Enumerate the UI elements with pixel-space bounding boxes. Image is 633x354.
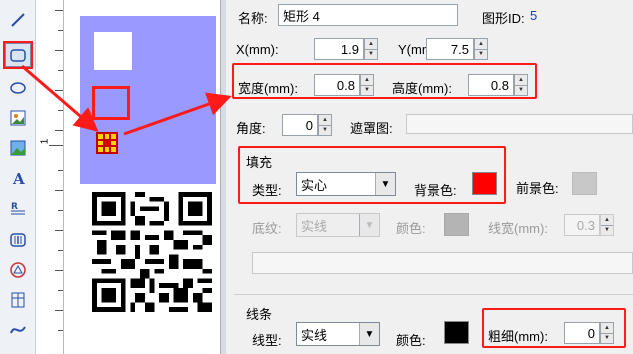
line-color-label: 颜色:: [396, 333, 426, 348]
fill-type-select[interactable]: 实心 ▼: [296, 172, 396, 196]
fill-type-label: 类型:: [252, 183, 282, 198]
thickness-input[interactable]: 0: [564, 322, 600, 344]
design-canvas[interactable]: [64, 0, 220, 354]
mask-label: 遮罩图:: [350, 121, 393, 136]
curve-tool-button[interactable]: [5, 318, 31, 342]
thickness-label: 粗细(mm):: [488, 329, 548, 344]
fill-group-title: 填充: [246, 155, 273, 170]
text-icon: A: [12, 170, 25, 187]
angle-input[interactable]: 0: [282, 114, 318, 136]
mask-field[interactable]: [406, 114, 633, 134]
line-type-select[interactable]: 实线 ▼: [296, 322, 380, 346]
name-label: 名称:: [238, 11, 268, 26]
chevron-down-icon: ▼: [359, 323, 379, 345]
shape-id-value: 5: [530, 8, 538, 23]
x-input[interactable]: 1.9: [314, 38, 364, 60]
image-icon: [10, 110, 26, 126]
linewidth-label: 线宽(mm):: [488, 221, 548, 236]
small-selected-rectangle[interactable]: [96, 132, 118, 154]
white-rectangle-shape[interactable]: [94, 32, 132, 70]
texture-preview-field: [252, 252, 633, 274]
fg-color-swatch[interactable]: [572, 172, 597, 195]
width-label: 宽度(mm):: [238, 81, 298, 96]
width-spinner[interactable]: ▲ ▼: [360, 74, 374, 96]
linewidth-input[interactable]: 0.3: [564, 214, 600, 236]
barcode-icon: [10, 233, 26, 247]
line-type-label: 线型:: [252, 333, 282, 348]
line-group-title: 线条: [246, 307, 273, 322]
shape-id-label: 图形ID:: [482, 11, 525, 26]
picture-icon: [10, 140, 26, 156]
app-window: A R 1 名称: 矩形 4 图形ID: 5 X(mm): 1.9 ▲ ▼ Y(…: [0, 0, 633, 354]
chevron-down-icon: ▼: [359, 214, 379, 236]
drawing-toolbar: A R: [0, 0, 36, 354]
angle-label: 角度:: [236, 121, 266, 136]
rectangle-icon: [10, 49, 26, 62]
line-tool-button[interactable]: [5, 8, 31, 32]
texture-select[interactable]: 实线 ▼: [296, 213, 380, 237]
texture-color-label: 颜色:: [396, 221, 426, 236]
table-tool-button[interactable]: [5, 288, 31, 312]
line-color-swatch[interactable]: [444, 321, 469, 344]
width-input[interactable]: 0.8: [314, 74, 360, 96]
name-value: 矩形 4: [283, 8, 320, 24]
curve-icon: [10, 326, 26, 334]
ellipse-tool-button[interactable]: [5, 76, 31, 100]
barcode-tool-button[interactable]: [5, 228, 31, 252]
paragraph-tool-button[interactable]: R: [5, 196, 31, 220]
properties-panel: 名称: 矩形 4 图形ID: 5 X(mm): 1.9 ▲ ▼ Y(mm): 7.…: [226, 0, 633, 354]
rectangle-tool-button[interactable]: [3, 41, 33, 69]
texture-label: 底纹:: [252, 221, 282, 236]
ruler-mark: 1: [39, 138, 51, 145]
chevron-down-icon: ▼: [375, 173, 395, 195]
height-label: 高度(mm):: [392, 81, 452, 96]
name-field[interactable]: 矩形 4: [278, 4, 458, 26]
text-tool-button[interactable]: A: [5, 166, 31, 190]
bg-color-label: 背景色:: [414, 183, 457, 198]
x-label: X(mm):: [236, 42, 279, 57]
picture-tool-button[interactable]: [5, 136, 31, 160]
ellipse-icon: [10, 82, 26, 94]
y-input[interactable]: 7.5: [426, 38, 474, 60]
vertical-ruler: 1: [36, 0, 64, 354]
angle-spinner[interactable]: ▲ ▼: [318, 114, 332, 136]
x-spinner[interactable]: ▲ ▼: [364, 38, 378, 60]
linewidth-spinner[interactable]: ▲ ▼: [600, 214, 614, 236]
fg-color-label: 前景色:: [516, 181, 559, 196]
thickness-spinner[interactable]: ▲ ▼: [600, 322, 614, 344]
height-input[interactable]: 0.8: [468, 74, 514, 96]
paragraph-icon: R: [11, 202, 25, 215]
y-spinner[interactable]: ▲ ▼: [474, 38, 488, 60]
line-icon: [11, 13, 25, 27]
stamp-icon: [10, 262, 26, 278]
svg-text:A: A: [12, 170, 25, 187]
texture-color-swatch[interactable]: [444, 213, 469, 236]
stamp-tool-button[interactable]: [5, 258, 31, 282]
bg-color-swatch[interactable]: [472, 172, 497, 195]
height-spinner[interactable]: ▲ ▼: [514, 74, 528, 96]
selected-rectangle-highlight[interactable]: [92, 86, 130, 120]
table-icon: [11, 292, 25, 308]
image-tool-button[interactable]: [5, 106, 31, 130]
qr-code[interactable]: [92, 192, 212, 312]
